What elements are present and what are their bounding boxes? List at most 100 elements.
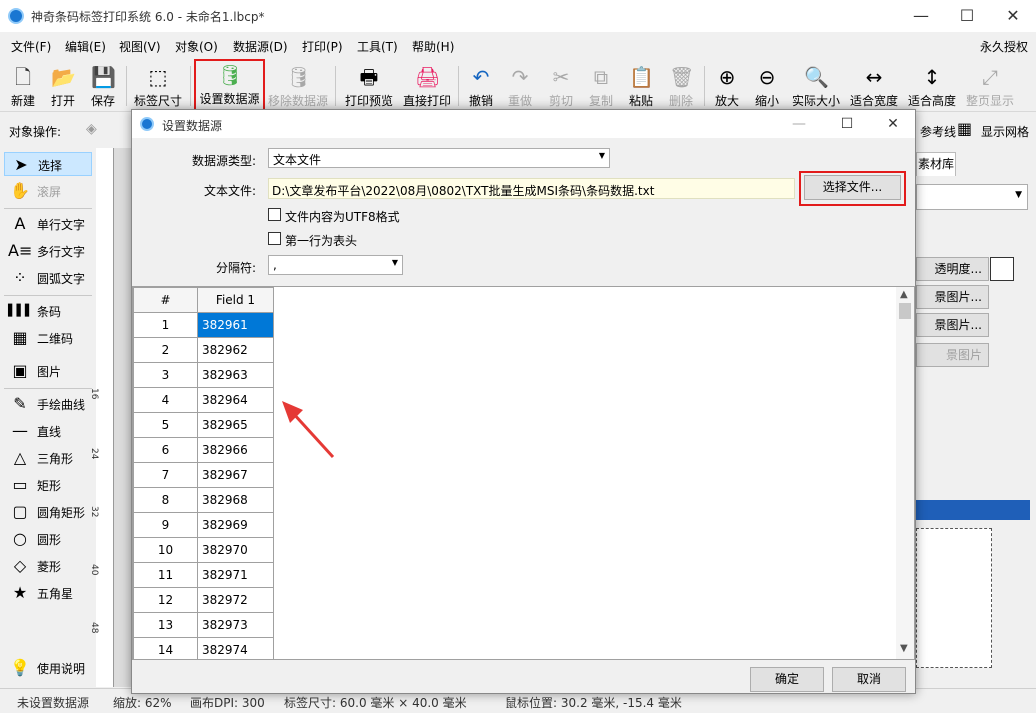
row-number-cell[interactable]: 7 [133,462,198,488]
tool-image[interactable]: ▣ 图片 [4,359,92,383]
table-row[interactable]: 7 382967 [133,462,274,488]
bg-image-button-3[interactable]: 景图片 [916,343,989,367]
row-number-cell[interactable]: 4 [133,387,198,413]
tool-barcode[interactable]: ▌▌▌ 条码 [4,299,92,323]
table-row[interactable]: 1 382961 [133,312,274,338]
scroll-thumb[interactable] [899,303,911,319]
table-row[interactable]: 5 382965 [133,412,274,438]
field1-cell[interactable]: 382966 [197,437,274,463]
color-swatch[interactable] [990,257,1014,281]
field1-cell[interactable]: 382969 [197,512,274,538]
field1-cell[interactable]: 382965 [197,412,274,438]
row-number-cell[interactable]: 14 [133,637,198,659]
table-row[interactable]: 6 382966 [133,437,274,463]
paste-button[interactable]: 📋 粘贴 [625,62,657,110]
field1-cell[interactable]: 382968 [197,487,274,513]
table-row[interactable]: 9 382969 [133,512,274,538]
row-number-cell[interactable]: 11 [133,562,198,588]
zoom-out-button[interactable]: ⊖ 缩小 [751,62,783,110]
field1-cell[interactable]: 382971 [197,562,274,588]
header-row-checkbox[interactable] [268,232,281,245]
menu-print[interactable]: 打印(P) [302,38,343,55]
scroll-down-icon[interactable]: ▼ [900,643,908,654]
close-button[interactable]: ✕ [990,0,1036,32]
table-row[interactable]: 4 382964 [133,387,274,413]
print-preview-button[interactable]: 🖶 打印预览 [341,62,397,110]
cut-button[interactable]: ✂ 剪切 [545,62,577,110]
tool-arc-text[interactable]: ⁘ 圆弧文字 [4,266,92,290]
dialog-close-button[interactable]: ✕ [873,110,913,138]
tool-rectangle[interactable]: ▭ 矩形 [4,473,92,497]
tool-qrcode[interactable]: ▦ 二维码 [4,326,92,350]
table-row[interactable]: 3 382963 [133,362,274,388]
minimize-button[interactable]: — [898,0,944,32]
column-header-index[interactable]: # [133,287,198,313]
row-number-cell[interactable]: 12 [133,587,198,613]
menu-view[interactable]: 视图(V) [119,38,161,55]
tool-single-line-text[interactable]: A 单行文字 [4,212,92,236]
field1-cell[interactable]: 382974 [197,637,274,659]
property-dropdown[interactable]: ▼ [916,184,1028,210]
row-number-cell[interactable]: 13 [133,612,198,638]
cancel-button[interactable]: 取消 [832,667,906,692]
maximize-button[interactable]: ☐ [944,0,990,32]
help-button[interactable]: 💡 使用说明 [4,656,92,680]
tool-select[interactable]: ➤ 选择 [4,152,92,176]
dialog-minimize-button[interactable]: — [779,110,819,138]
row-number-cell[interactable]: 6 [133,437,198,463]
tool-star[interactable]: ★ 五角星 [4,581,92,605]
table-row[interactable]: 11 382971 [133,562,274,588]
set-datasource-button[interactable]: 🛢 设置数据源 [194,59,265,112]
new-button[interactable]: 🗋 新建 [6,62,40,110]
open-button[interactable]: 📂 打开 [46,62,80,110]
row-number-cell[interactable]: 5 [133,412,198,438]
delete-button[interactable]: 🗑 删除 [665,62,697,110]
field1-cell[interactable]: 382967 [197,462,274,488]
column-header-field1[interactable]: Field 1 [197,287,274,313]
row-number-cell[interactable]: 8 [133,487,198,513]
row-number-cell[interactable]: 3 [133,362,198,388]
field1-cell[interactable]: 382963 [197,362,274,388]
row-number-cell[interactable]: 2 [133,337,198,363]
copy-button[interactable]: ⧉ 复制 [585,62,617,110]
ok-button[interactable]: 确定 [750,667,824,692]
opacity-button[interactable]: 透明度... [916,257,989,281]
remove-datasource-button[interactable]: 🛢 移除数据源 [266,62,330,110]
bg-image-button-2[interactable]: 景图片... [916,313,989,337]
menu-object[interactable]: 对象(O) [175,38,218,55]
actual-size-button[interactable]: 🔍 实际大小 [790,62,842,110]
field1-cell[interactable]: 382972 [197,587,274,613]
tool-freehand[interactable]: ✎ 手绘曲线 [4,392,92,416]
choose-file-button[interactable]: 选择文件... [804,175,901,200]
menu-datasource[interactable]: 数据源(D) [233,38,288,55]
show-grid-toggle[interactable]: 显示网格 [981,123,1029,140]
table-row[interactable]: 14 382974 [133,637,274,659]
data-grid[interactable]: # Field 1 1 382961 2 382962 3 382963 4 382964 5 3… [132,286,915,660]
row-number-cell[interactable]: 10 [133,537,198,563]
tab-assets[interactable]: 素材库 [916,152,956,176]
menu-tools[interactable]: 工具(T) [357,38,398,55]
undo-button[interactable]: ↶ 撤销 [465,62,497,110]
scroll-up-icon[interactable]: ▲ [900,289,908,300]
tool-diamond[interactable]: ◇ 菱形 [4,554,92,578]
table-row[interactable]: 10 382970 [133,537,274,563]
zoom-in-button[interactable]: ⊕ 放大 [711,62,743,110]
table-row[interactable]: 8 382968 [133,487,274,513]
menu-edit[interactable]: 编辑(E) [65,38,106,55]
save-button[interactable]: 💾 保存 [86,62,120,110]
table-row[interactable]: 2 382962 [133,337,274,363]
vertical-scrollbar[interactable]: ▲ ▼ [896,287,914,659]
ref-line-toggle[interactable]: 参考线 [920,123,956,140]
tool-triangle[interactable]: △ 三角形 [4,446,92,470]
fit-height-button[interactable]: ↕ 适合高度 [906,62,958,110]
field1-cell[interactable]: 382962 [197,337,274,363]
redo-button[interactable]: ↷ 重做 [504,62,536,110]
separator-select[interactable]: , ▼ [268,255,403,275]
utf8-checkbox[interactable] [268,208,281,221]
row-number-cell[interactable]: 1 [133,312,198,338]
tool-multi-line-text[interactable]: A≡ 多行文字 [4,239,92,263]
field1-cell[interactable]: 382973 [197,612,274,638]
menu-file[interactable]: 文件(F) [11,38,51,55]
field1-cell[interactable]: 382961 [197,312,274,338]
table-row[interactable]: 12 382972 [133,587,274,613]
